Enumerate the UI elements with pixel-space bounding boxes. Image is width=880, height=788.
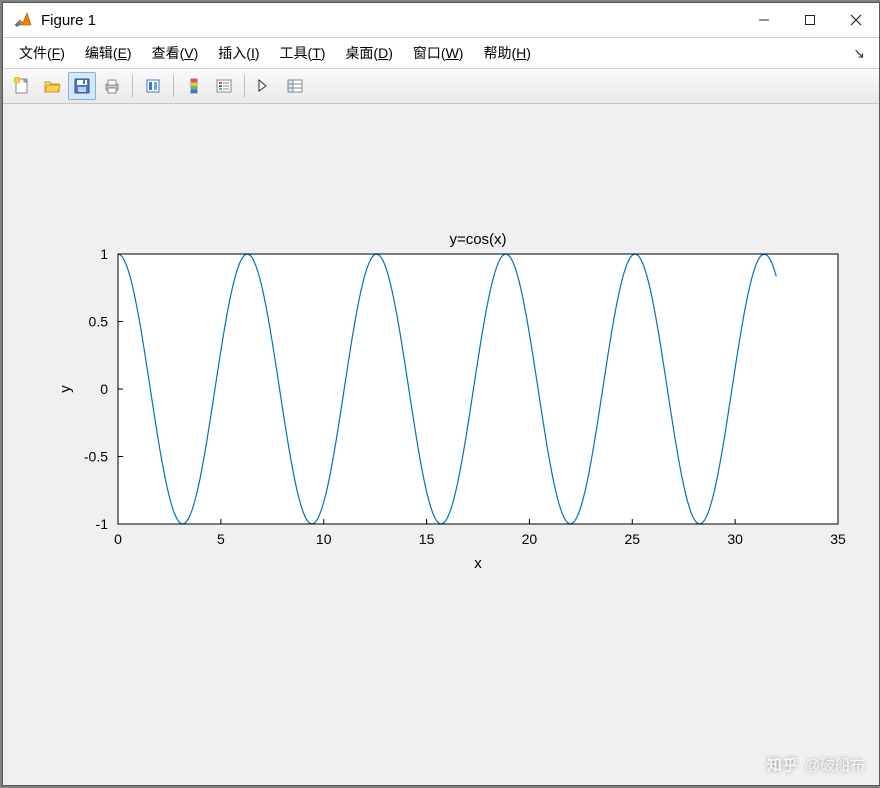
save-button[interactable]	[68, 72, 96, 100]
close-button[interactable]	[833, 3, 879, 37]
menu-file[interactable]: 文件(F)	[9, 39, 75, 67]
svg-text:x: x	[474, 555, 482, 572]
figure-canvas[interactable]: 0 5 10 15 20 25 30 35 -1 -0.5 0 0.5 1 x y y=cos(x) 知乎 @…	[3, 104, 879, 785]
minimize-button[interactable]	[741, 3, 787, 37]
menu-view[interactable]: 查看(V)	[142, 39, 209, 67]
svg-text:y=cos(x): y=cos(x)	[449, 231, 506, 248]
menu-help[interactable]: 帮助(H)	[473, 39, 540, 67]
matlab-app-icon	[13, 10, 33, 30]
open-button[interactable]	[38, 72, 66, 100]
svg-text:20: 20	[522, 531, 538, 547]
watermark-brand: 知乎	[767, 754, 799, 775]
svg-text:10: 10	[316, 531, 332, 547]
toolbar-separator	[173, 75, 174, 97]
svg-text:y: y	[57, 385, 74, 393]
svg-text:0: 0	[114, 531, 122, 547]
menu-bar: 文件(F) 编辑(E) 查看(V) 插入(I) 工具(T) 桌面(D) 窗口(W…	[3, 38, 879, 69]
axes[interactable]: 0 5 10 15 20 25 30 35 -1 -0.5 0 0.5 1 x y y=cos(x)	[3, 104, 879, 784]
svg-text:35: 35	[830, 531, 846, 547]
toolbar-separator	[132, 75, 133, 97]
svg-text:0.5: 0.5	[89, 314, 109, 330]
svg-text:-1: -1	[96, 516, 109, 532]
figure-window: Figure 1 文件(F) 编辑(E) 查看(V) 插入(I) 工具(T) 桌…	[2, 2, 880, 786]
link-axes-button[interactable]	[139, 72, 167, 100]
watermark: 知乎 @破船布	[767, 754, 865, 775]
new-figure-button[interactable]	[8, 72, 36, 100]
svg-text:5: 5	[217, 531, 225, 547]
menu-tools[interactable]: 工具(T)	[270, 39, 336, 67]
menu-insert[interactable]: 插入(I)	[208, 39, 269, 67]
menu-edit[interactable]: 编辑(E)	[75, 39, 142, 67]
property-inspector-button[interactable]	[281, 72, 309, 100]
insert-colorbar-button[interactable]	[180, 72, 208, 100]
svg-text:15: 15	[419, 531, 435, 547]
window-title: Figure 1	[41, 12, 96, 29]
svg-text:0: 0	[100, 381, 108, 397]
maximize-button[interactable]	[787, 3, 833, 37]
insert-legend-button[interactable]	[210, 72, 238, 100]
print-button[interactable]	[98, 72, 126, 100]
svg-text:1: 1	[100, 246, 108, 262]
watermark-handle: @破船布	[805, 754, 865, 775]
svg-text:25: 25	[624, 531, 640, 547]
menu-window[interactable]: 窗口(W)	[403, 39, 474, 67]
figure-toolbar	[3, 69, 879, 104]
toolbar-separator	[244, 75, 245, 97]
edit-plot-button[interactable]	[251, 72, 279, 100]
svg-text:-0.5: -0.5	[84, 449, 108, 465]
dock-figure-icon[interactable]: ↘	[845, 45, 873, 62]
svg-text:30: 30	[727, 531, 743, 547]
title-bar[interactable]: Figure 1	[3, 3, 879, 38]
menu-desktop[interactable]: 桌面(D)	[335, 39, 402, 67]
